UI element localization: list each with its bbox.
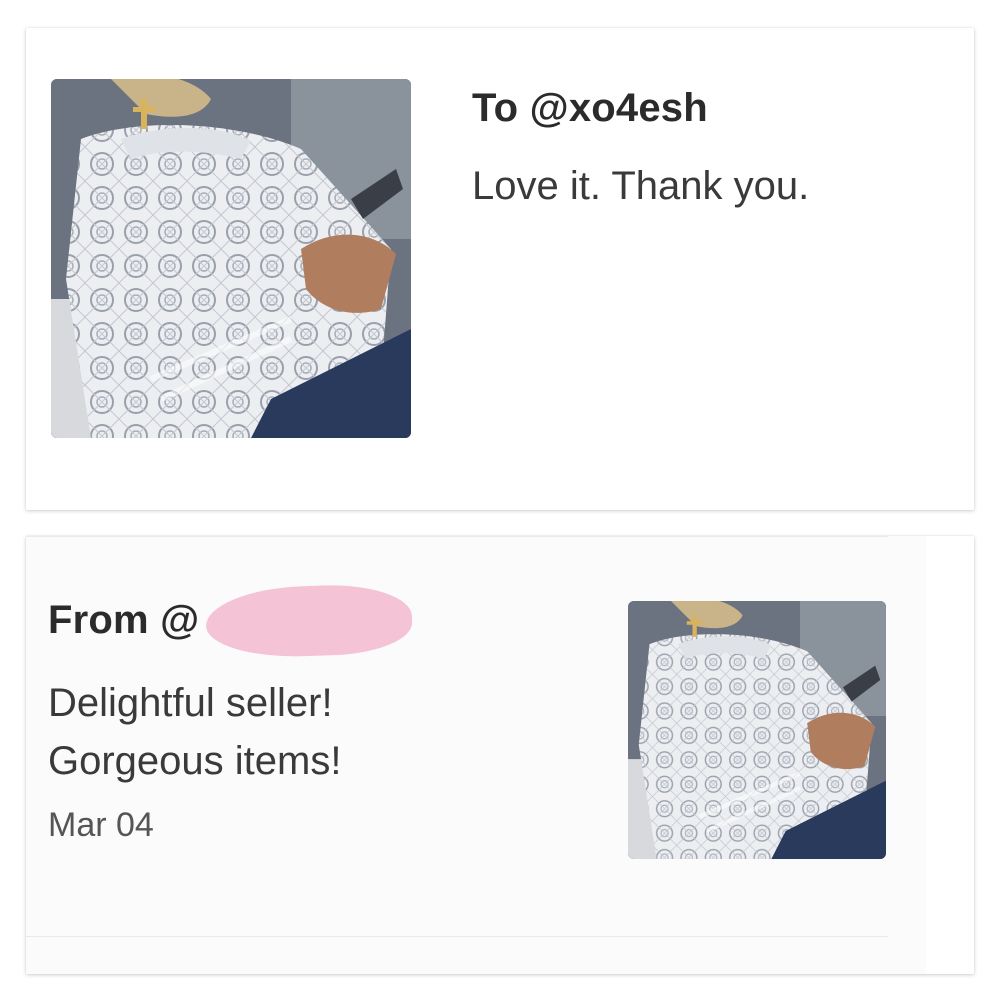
divider — [26, 536, 888, 537]
review-message-line: Delightful seller! — [48, 681, 333, 725]
product-photo[interactable] — [51, 79, 411, 438]
sender-title: From @ — [48, 598, 200, 642]
review-message: Love it. Thank you. — [472, 164, 810, 208]
sent-review-card[interactable]: To @xo4esh Love it. Thank you. — [26, 28, 974, 510]
recipient-title: To @xo4esh — [472, 86, 708, 130]
redaction-mark — [204, 582, 414, 660]
received-review-content: From @ Delightful seller! Gorgeous items… — [26, 536, 926, 974]
product-photo[interactable] — [628, 601, 886, 859]
review-date: Mar 04 — [48, 806, 154, 844]
divider — [26, 936, 888, 937]
received-review-card[interactable]: From @ Delightful seller! Gorgeous items… — [26, 536, 974, 974]
review-message-line: Gorgeous items! — [48, 739, 342, 783]
lace-blouse-image — [51, 79, 411, 438]
review-message: Delightful seller! Gorgeous items! — [48, 674, 341, 790]
lace-blouse-image — [628, 601, 886, 859]
